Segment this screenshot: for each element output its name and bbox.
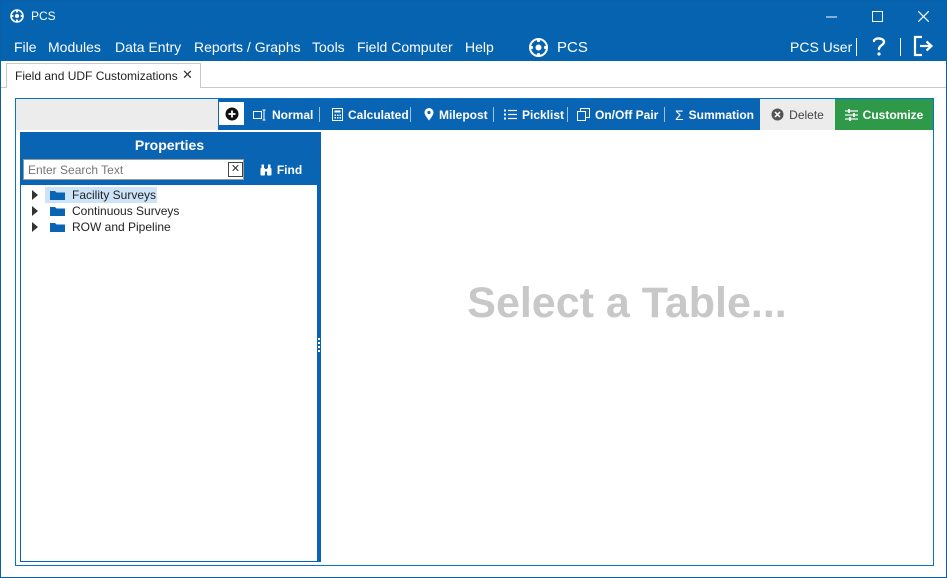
menu-bar: File Modules Data Entry Reports / Graphs… [1,32,946,61]
delete-label: Delete [789,107,824,122]
delete-button[interactable]: Delete [760,99,835,130]
tab-field-udf-customizations[interactable]: Field and UDF Customizations ✕ [6,63,201,88]
help-button[interactable] [870,35,888,57]
find-label: Find [276,163,303,177]
folder-icon [50,223,65,232]
search-row: ✕ Find [21,157,318,185]
panel-splitter[interactable] [317,132,321,562]
menu-reports-graphs[interactable]: Reports / Graphs [194,39,301,55]
field-toolbar: Normal Calculated Milepost Picklist On/O… [16,99,933,130]
picklist-field-button[interactable]: Picklist [504,99,564,130]
copy-icon [577,108,590,121]
search-box: ✕ [23,159,244,180]
toolbar-divider [567,107,568,122]
grip-dot [318,346,320,348]
tree-item-continuous-surveys[interactable]: Continuous Surveys [21,203,318,219]
expand-arrow-icon[interactable] [32,206,38,216]
title-bar: PCS [1,1,946,32]
tab-close-icon[interactable]: ✕ [182,67,193,83]
toolbar-divider [319,107,320,122]
question-icon [872,37,886,56]
calculated-field-button[interactable]: Calculated [332,99,409,130]
search-input[interactable] [24,160,222,180]
tree-item-label: Facility Surveys [72,188,157,202]
user-name[interactable]: PCS User [790,39,852,55]
list-icon [504,109,517,120]
close-icon [917,11,929,22]
tree-item-row-and-pipeline[interactable]: ROW and Pipeline [21,219,318,235]
app-window: PCS File Modules Data Entry Reports / Gr… [0,0,947,578]
grip-dot [318,350,320,352]
customize-label: Customize [862,107,924,122]
normal-field-button[interactable]: Normal [253,99,313,130]
menu-divider [856,38,857,56]
maximize-button[interactable] [854,1,900,32]
add-field-button[interactable] [218,101,245,126]
customize-button[interactable]: Customize [835,99,933,130]
brand: PCS [528,36,588,58]
summation-label: Summation [688,107,754,122]
expand-arrow-icon[interactable] [32,190,38,200]
find-button[interactable]: Find [247,157,315,183]
summation-field-button[interactable]: Σ Summation [675,99,754,130]
menu-divider [900,38,901,56]
empty-state-message: Select a Table... [467,279,787,327]
on-off-pair-label: On/Off Pair [595,107,659,122]
menu-file[interactable]: File [14,39,37,55]
maximize-icon [871,11,883,22]
close-window-button[interactable] [900,1,946,32]
logout-icon [913,35,934,57]
tree-item-label: ROW and Pipeline [72,220,171,234]
map-pin-icon [424,108,434,121]
table-tree: Facility Surveys Continuous Surveys ROW … [21,187,318,235]
folder-icon [50,207,65,216]
calculated-label: Calculated [348,107,409,122]
plus-circle-icon [225,107,238,120]
binoculars-icon [260,164,272,176]
on-off-pair-field-button[interactable]: On/Off Pair [577,99,658,130]
grip-dot [318,338,320,340]
menu-data-entry[interactable]: Data Entry [115,39,181,55]
delete-circle-icon [771,108,784,121]
normal-label: Normal [272,107,314,122]
minimize-icon [825,16,837,18]
menu-field-computer[interactable]: Field Computer [357,39,453,55]
menu-modules[interactable]: Modules [48,39,101,55]
tree-item-facility-surveys[interactable]: Facility Surveys [21,187,318,203]
toolbar-divider [410,107,411,122]
expand-arrow-icon[interactable] [32,222,38,232]
milepost-field-button[interactable]: Milepost [424,99,488,130]
normal-field-icon [253,109,266,120]
picklist-label: Picklist [522,107,565,122]
toolbar-divider [664,107,665,122]
sliders-icon [844,108,858,121]
properties-panel: Properties ✕ Find [20,132,319,562]
calculator-icon [332,108,343,121]
tab-label: Field and UDF Customizations [15,69,178,83]
pcs-logo-icon [529,37,548,57]
toolbar-divider [493,107,494,122]
logout-button[interactable] [912,35,934,57]
folder-icon [50,191,65,200]
milepost-label: Milepost [439,107,488,122]
content-frame: Normal Calculated Milepost Picklist On/O… [15,98,934,566]
tab-strip: Field and UDF Customizations ✕ [1,61,946,88]
properties-title: Properties [21,133,318,157]
grip-dot [318,342,320,344]
menu-tools[interactable]: Tools [312,39,345,55]
clear-search-icon[interactable]: ✕ [228,162,243,177]
app-logo-icon [10,9,24,23]
menu-help[interactable]: Help [465,39,494,55]
window-title: PCS [31,9,56,23]
minimize-button[interactable] [808,1,854,32]
sigma-icon: Σ [675,106,684,123]
tree-item-label: Continuous Surveys [72,204,180,218]
brand-label: PCS [557,38,588,56]
